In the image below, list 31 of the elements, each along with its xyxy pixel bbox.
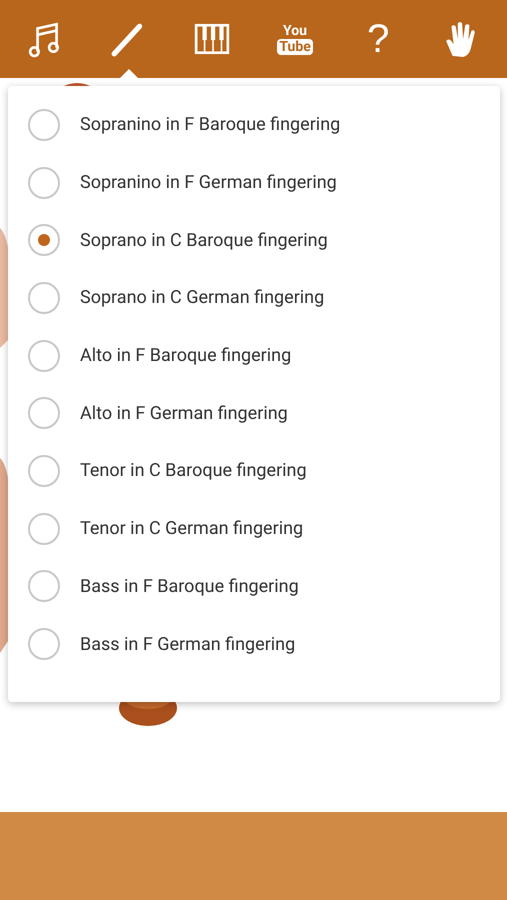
option-label: Tenor in C Baroque fingering [80, 460, 307, 482]
fingering-option[interactable]: Alto in F Baroque fingering [8, 326, 500, 384]
radio-button[interactable] [28, 454, 60, 487]
fingering-option[interactable]: Soprano in C German fingering [8, 269, 500, 327]
fingering-option[interactable]: Tenor in C Baroque fingering [8, 442, 500, 500]
radio-button[interactable] [28, 166, 60, 199]
radio-button[interactable] [28, 340, 60, 372]
option-label: Sopranino in F Baroque fingering [80, 114, 340, 136]
radio-button[interactable] [28, 224, 60, 256]
option-label: Bass in F German fingering [80, 634, 296, 655]
option-label: Bass in F Baroque fingering [80, 576, 299, 597]
radio-button[interactable] [28, 570, 60, 602]
fingering-option[interactable]: Alto in F German fingering [8, 384, 500, 442]
option-label: Tenor in C German fingering [80, 518, 304, 540]
fingering-option[interactable]: Bass in F Baroque fingering [8, 558, 500, 616]
fingering-option[interactable]: Sopranino in F Baroque fingering [8, 96, 500, 154]
option-label: Alto in F Baroque fingering [80, 345, 292, 366]
option-label: Soprano in C German fingering [80, 287, 324, 308]
option-label: Alto in F German fingering [80, 402, 288, 424]
fingering-option[interactable]: Tenor in C German fingering [8, 500, 500, 558]
radio-button[interactable] [28, 397, 60, 430]
radio-button[interactable] [28, 108, 60, 141]
fingering-option[interactable]: Soprano in C Baroque fingering [8, 211, 500, 270]
option-label: Soprano in C Baroque fingering [80, 230, 328, 251]
radio-button[interactable] [28, 512, 60, 545]
radio-button[interactable] [28, 282, 60, 314]
fingering-option[interactable]: Bass in F German fingering [8, 615, 500, 673]
radio-button[interactable] [28, 628, 60, 660]
fingering-option[interactable]: Sopranino in F German fingering [8, 154, 500, 212]
option-label: Sopranino in F German fingering [80, 172, 337, 194]
help-button[interactable]: ? [367, 19, 390, 59]
